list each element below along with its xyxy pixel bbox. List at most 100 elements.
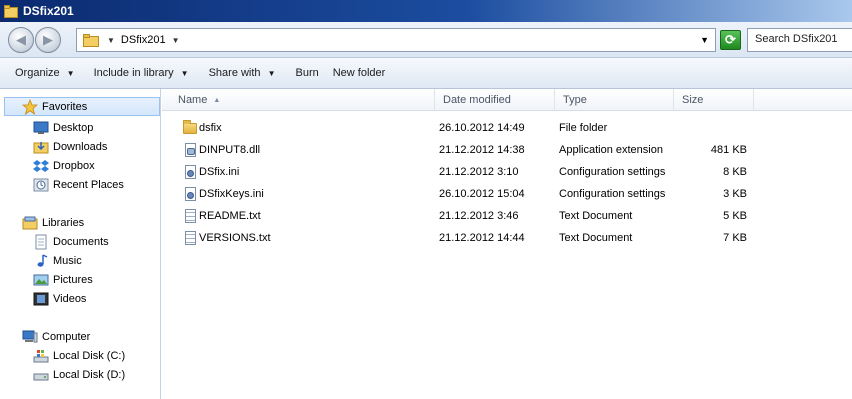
breadcrumb-separator-icon[interactable]: ▼: [107, 36, 115, 45]
nav-item-videos[interactable]: Videos: [33, 289, 86, 308]
text-file-icon: [182, 208, 198, 224]
file-name: DSfixKeys.ini: [199, 188, 264, 200]
file-type: Configuration settings: [559, 166, 666, 178]
file-date: 26.10.2012 14:49: [439, 122, 525, 134]
file-size: 5 KB: [723, 210, 747, 222]
window-title-bar[interactable]: DSfix201: [0, 0, 852, 22]
column-header-type[interactable]: Type: [555, 89, 674, 111]
music-note-icon: [33, 253, 49, 269]
column-header-date-modified[interactable]: Date modified: [435, 89, 555, 111]
address-history-dropdown-icon[interactable]: ▼: [700, 35, 709, 45]
desktop-icon: [33, 120, 49, 136]
file-name: DSfix.ini: [199, 166, 240, 178]
column-label: Size: [682, 94, 704, 106]
file-name: DINPUT8.dll: [199, 144, 261, 156]
column-header-name[interactable]: Name ▲: [170, 89, 435, 111]
search-input[interactable]: Search DSfix201: [747, 28, 852, 52]
file-date: 21.12.2012 3:46: [439, 210, 519, 222]
forward-button[interactable]: ▶: [35, 27, 61, 53]
nav-label: Desktop: [53, 121, 94, 134]
nav-label: Libraries: [42, 216, 85, 229]
nav-label: Favorites: [42, 100, 88, 113]
file-row[interactable]: VERSIONS.txt 21.12.2012 14:44 Text Docum…: [162, 228, 852, 250]
new-folder-button[interactable]: New folder: [333, 67, 386, 79]
windows-drive-icon: [33, 348, 49, 364]
file-size: 7 KB: [723, 232, 747, 244]
burn-label: Burn: [295, 67, 319, 79]
nav-label: Music: [53, 254, 82, 267]
nav-item-local-disk-d[interactable]: Local Disk (D:): [33, 365, 125, 384]
pictures-icon: [33, 272, 49, 288]
nav-item-documents[interactable]: Documents: [33, 232, 109, 251]
refresh-button[interactable]: ⟳: [720, 30, 741, 50]
nav-label: Computer: [42, 330, 91, 343]
file-date: 21.12.2012 14:44: [439, 232, 525, 244]
nav-item-music[interactable]: Music: [33, 251, 82, 270]
file-row[interactable]: README.txt 21.12.2012 3:46 Text Document…: [162, 206, 852, 228]
recent-places-icon: [33, 177, 49, 193]
file-type: File folder: [559, 122, 608, 134]
nav-item-pictures[interactable]: Pictures: [33, 270, 93, 289]
search-placeholder: Search DSfix201: [755, 33, 838, 45]
file-type: Application extension: [559, 144, 663, 156]
address-bar[interactable]: ▼ DSfix201 ▼ ▼: [76, 28, 716, 52]
folder-icon: [4, 4, 18, 18]
column-label: Name: [178, 94, 208, 106]
file-size: 3 KB: [723, 188, 747, 200]
videos-icon: [33, 291, 49, 307]
breadcrumb-item[interactable]: DSfix201: [121, 34, 166, 46]
folder-icon: [83, 33, 99, 47]
address-row: ◀ ▶ ▼ DSfix201 ▼ ▼ ⟳ Search DSfix201: [0, 22, 852, 58]
file-row[interactable]: DINPUT8.dll 21.12.2012 14:38 Application…: [162, 140, 852, 162]
column-label: Date modified: [443, 94, 511, 106]
file-name: VERSIONS.txt: [199, 232, 271, 244]
file-name: README.txt: [199, 210, 261, 222]
nav-item-local-disk-c[interactable]: Local Disk (C:): [33, 346, 125, 365]
nav-item-dropbox[interactable]: Dropbox: [33, 156, 95, 175]
file-row[interactable]: dsfix 26.10.2012 14:49 File folder: [162, 118, 852, 140]
nav-label: Dropbox: [53, 159, 95, 172]
organize-label: Organize: [15, 67, 60, 79]
nav-item-recent-places[interactable]: Recent Places: [33, 175, 124, 194]
sort-ascending-icon: ▲: [213, 96, 221, 104]
organize-button[interactable]: Organize ▼: [15, 67, 75, 79]
file-date: 26.10.2012 15:04: [439, 188, 525, 200]
file-row[interactable]: DSfixKeys.ini 26.10.2012 15:04 Configura…: [162, 184, 852, 206]
nav-label: Local Disk (C:): [53, 349, 126, 362]
refresh-icon: ⟳: [725, 32, 736, 47]
include-in-library-button[interactable]: Include in library ▼: [94, 67, 189, 79]
dropbox-icon: [33, 158, 49, 174]
forward-arrow-icon: ▶: [43, 32, 53, 47]
column-header-row: Name ▲ Date modified Type Size: [162, 89, 852, 111]
file-date: 21.12.2012 3:10: [439, 166, 519, 178]
file-row[interactable]: DSfix.ini 21.12.2012 3:10 Configuration …: [162, 162, 852, 184]
include-in-library-label: Include in library: [93, 67, 174, 79]
nav-label: Pictures: [53, 273, 93, 286]
nav-item-desktop[interactable]: Desktop: [33, 118, 93, 137]
ini-file-icon: [182, 186, 198, 202]
hard-drive-icon: [33, 367, 49, 383]
file-size: 8 KB: [723, 166, 747, 178]
nav-item-computer[interactable]: Computer: [22, 327, 90, 346]
file-type: Text Document: [559, 210, 633, 222]
column-label: Type: [563, 94, 587, 106]
nav-item-downloads[interactable]: Downloads: [33, 137, 107, 156]
nav-item-favorites[interactable]: Favorites: [4, 97, 160, 116]
nav-item-libraries[interactable]: Libraries: [22, 213, 84, 232]
dll-file-icon: [182, 142, 198, 158]
file-type: Text Document: [559, 232, 633, 244]
ini-file-icon: [182, 164, 198, 180]
share-with-button[interactable]: Share with ▼: [209, 67, 276, 79]
file-size: 481 KB: [710, 144, 747, 156]
column-header-size[interactable]: Size: [674, 89, 754, 111]
text-file-icon: [182, 230, 198, 246]
documents-icon: [33, 234, 49, 250]
nav-label: Recent Places: [53, 178, 124, 191]
burn-button[interactable]: Burn: [295, 67, 318, 79]
file-type: Configuration settings: [559, 188, 666, 200]
breadcrumb-dropdown-icon[interactable]: ▼: [172, 36, 180, 45]
navigation-pane: Favorites Desktop Downloads Dropbox Rece…: [0, 89, 161, 399]
back-button[interactable]: ◀: [8, 27, 34, 53]
share-with-label: Share with: [208, 67, 261, 79]
nav-label: Downloads: [53, 140, 108, 153]
